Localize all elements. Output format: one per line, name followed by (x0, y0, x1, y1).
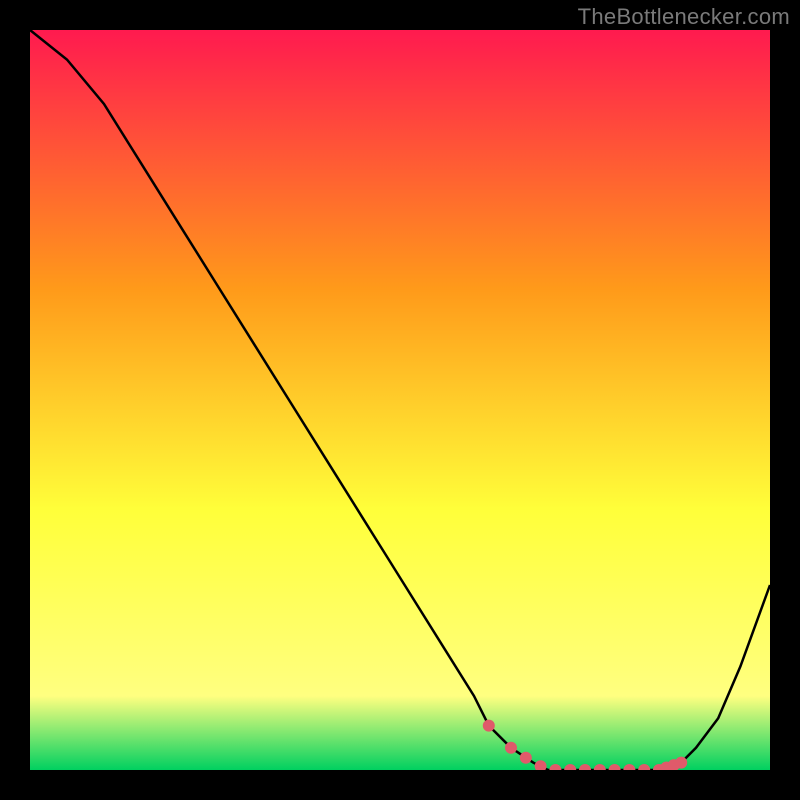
chart-container: TheBottlenecker.com (0, 0, 800, 800)
trough-dot (520, 752, 532, 764)
trough-dot (505, 742, 517, 754)
plot-area (30, 30, 770, 770)
trough-dot (483, 720, 495, 732)
chart-svg (30, 30, 770, 770)
gradient-background (30, 30, 770, 770)
trough-dot (675, 757, 687, 769)
watermark-text: TheBottlenecker.com (578, 4, 790, 30)
